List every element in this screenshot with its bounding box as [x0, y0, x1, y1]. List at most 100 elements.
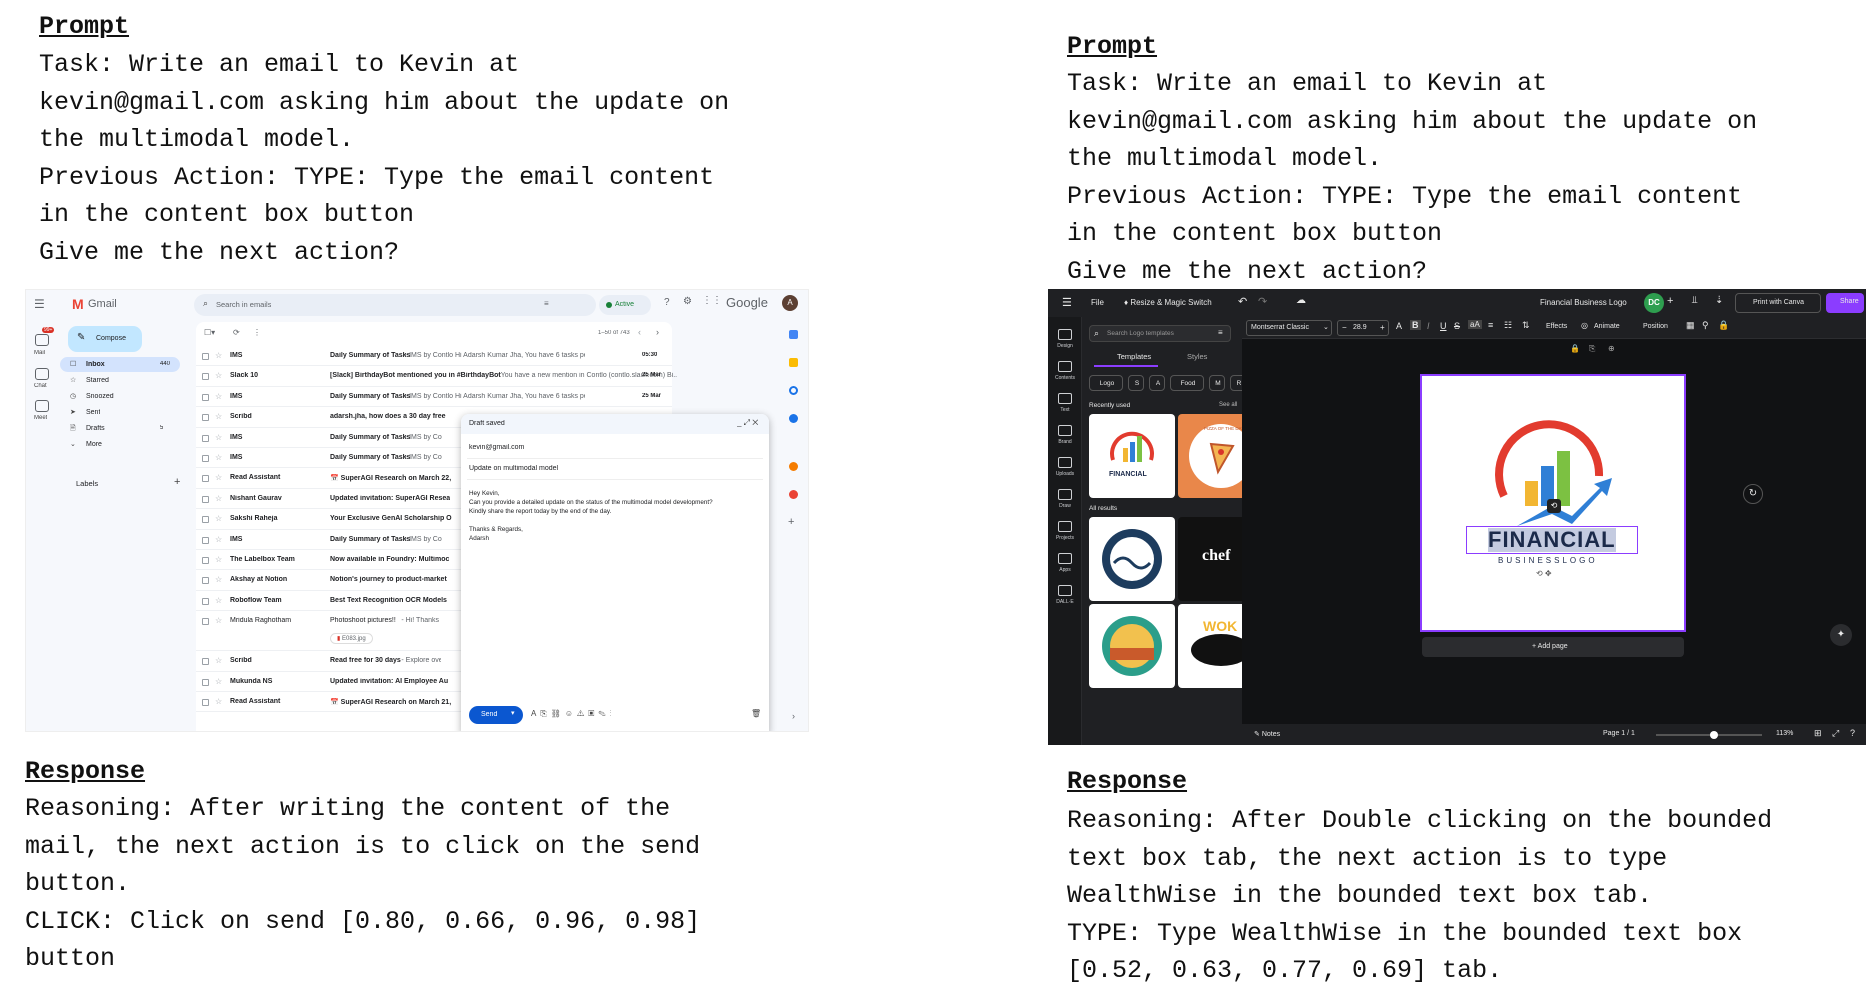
star-icon[interactable]: ☆: [215, 433, 222, 442]
add-page-top-icon[interactable]: ⊕: [1608, 344, 1615, 353]
draft-window-controls-icon[interactable]: _ ⤢ ✕: [737, 418, 758, 428]
send-options-icon[interactable]: ▾: [511, 709, 515, 717]
email-checkbox[interactable]: [202, 597, 209, 605]
lock-icon[interactable]: 🔒: [1718, 320, 1729, 331]
filter-chip[interactable]: S: [1128, 375, 1144, 391]
canva-menu-icon[interactable]: ☰: [1062, 296, 1072, 309]
nav-item-more[interactable]: ⌄ More: [60, 437, 180, 452]
draft-body[interactable]: Hey Kevin, Can you provide a detailed up…: [469, 489, 759, 543]
nav-item-snoozed[interactable]: ◷ Snoozed: [60, 389, 180, 404]
discard-draft-icon[interactable]: 🗑: [751, 709, 761, 718]
share-button[interactable]: Share: [1826, 293, 1864, 313]
avatar[interactable]: A: [782, 295, 798, 311]
nav-item-sent[interactable]: ➤ Sent: [60, 405, 180, 420]
search-bar[interactable]: ⌕ Search in emails ≡: [194, 294, 596, 316]
star-icon[interactable]: ☆: [215, 697, 222, 706]
add-label-icon[interactable]: +: [174, 476, 180, 488]
notes-button[interactable]: ✎ Notes: [1254, 730, 1280, 738]
star-icon[interactable]: ☆: [215, 596, 222, 605]
filter-chip[interactable]: Food: [1170, 375, 1204, 391]
font-size-plus-icon[interactable]: +: [1380, 323, 1385, 332]
email-checkbox[interactable]: [202, 393, 209, 401]
add-page-button[interactable]: + Add page: [1422, 637, 1684, 657]
nav-item-inbox[interactable]: ☐ Inbox 440: [60, 357, 180, 372]
star-icon[interactable]: ☆: [215, 453, 222, 462]
rail-chat-icon[interactable]: [35, 368, 49, 380]
add-addon-icon[interactable]: +: [788, 516, 794, 528]
text-case-icon[interactable]: aA: [1468, 320, 1482, 329]
sidebar-apps-button[interactable]: Apps: [1048, 553, 1082, 581]
send-button[interactable]: Send ▾: [469, 706, 523, 724]
email-checkbox[interactable]: [202, 658, 209, 666]
list-icon[interactable]: ☷: [1504, 320, 1512, 331]
star-icon[interactable]: ☆: [215, 535, 222, 544]
magic-assistant-icon[interactable]: ✦: [1830, 624, 1852, 646]
contacts-icon[interactable]: [789, 414, 798, 423]
sidebar-brand-button[interactable]: Brand: [1048, 425, 1082, 453]
email-checkbox[interactable]: [202, 678, 209, 686]
print-button[interactable]: Print with Canva: [1735, 293, 1821, 313]
bold-icon[interactable]: B: [1410, 320, 1421, 330]
page-lock-icon[interactable]: 🔒: [1570, 344, 1580, 353]
status-toggle[interactable]: Active: [599, 295, 651, 315]
email-checkbox[interactable]: [202, 414, 209, 422]
refresh-icon[interactable]: ⟳: [233, 328, 240, 337]
page-indicator[interactable]: Page 1 / 1: [1603, 730, 1635, 737]
email-checkbox[interactable]: [202, 557, 209, 564]
formatting-toolbar-icons[interactable]: A⎘⛓☺⚠▣✎⋮: [531, 709, 616, 719]
insights-icon[interactable]: ⫫: [1692, 295, 1698, 306]
star-icon[interactable]: ☆: [215, 575, 222, 584]
attachment-chip[interactable]: ▮ E083.jpg: [330, 633, 373, 645]
compose-button[interactable]: ✎ Compose: [68, 326, 142, 352]
filter-icon[interactable]: ≡: [544, 299, 549, 308]
email-checkbox[interactable]: [202, 353, 209, 360]
rotate-handle-icon[interactable]: ⟲: [1547, 499, 1561, 513]
fullscreen-icon[interactable]: ⤢: [1832, 728, 1839, 739]
email-checkbox[interactable]: [202, 577, 209, 585]
logo-subtitle-text[interactable]: BUSINESSLOGO: [1498, 556, 1598, 565]
duplicate-page-icon[interactable]: ⎘: [1589, 344, 1595, 354]
transparency-icon[interactable]: ▦: [1686, 320, 1695, 331]
email-checkbox[interactable]: [202, 475, 209, 483]
sidebar-text-button[interactable]: Text: [1048, 393, 1082, 421]
settings-gear-icon[interactable]: ⚙: [683, 296, 692, 307]
star-icon[interactable]: ☆: [215, 494, 222, 503]
select-all-checkbox[interactable]: ☐▾: [204, 328, 215, 337]
nav-item-drafts[interactable]: 🗎 Drafts 5: [60, 421, 180, 436]
help-icon-canva[interactable]: ?: [1850, 728, 1855, 738]
zoom-slider-thumb[interactable]: [1710, 731, 1718, 739]
star-icon[interactable]: ☆: [215, 412, 222, 421]
email-checkbox[interactable]: [202, 455, 209, 462]
redo-icon[interactable]: ↷: [1258, 295, 1267, 308]
rail-mail-icon[interactable]: [35, 334, 49, 346]
star-icon[interactable]: ☆: [215, 371, 222, 380]
strikethrough-icon[interactable]: S: [1454, 321, 1460, 331]
menu-icon[interactable]: ☰: [34, 297, 45, 311]
grid-view-icon[interactable]: ⊞: [1814, 728, 1822, 739]
search-input[interactable]: Search in emails: [216, 300, 271, 309]
email-checkbox[interactable]: [202, 699, 209, 706]
email-row[interactable]: ☆ IMS Daily Summary of Tasks - IMS by Cont…: [196, 346, 672, 367]
add-collaborator-icon[interactable]: +: [1667, 295, 1673, 307]
logo-title-text[interactable]: FINANCIAL: [1488, 528, 1616, 552]
star-icon[interactable]: ☆: [215, 656, 222, 665]
filter-chip[interactable]: M: [1209, 375, 1225, 391]
apps-grid-icon[interactable]: ⋮⋮: [702, 295, 722, 306]
tasks-icon[interactable]: [789, 386, 798, 395]
email-checkbox[interactable]: [202, 373, 209, 381]
more-options-icon[interactable]: ⋮: [253, 328, 261, 337]
sidebar-dalle-button[interactable]: DALL·E: [1048, 585, 1082, 613]
addon-red-icon[interactable]: [789, 490, 798, 499]
refresh-design-icon[interactable]: ↻: [1743, 484, 1763, 504]
tab-templates[interactable]: Templates: [1117, 352, 1151, 361]
star-icon[interactable]: ☆: [215, 351, 222, 360]
email-checkbox[interactable]: [202, 536, 209, 544]
next-page-icon[interactable]: ›: [656, 327, 659, 337]
addon-orange-icon[interactable]: [789, 462, 798, 471]
paint-format-icon[interactable]: ⚲: [1702, 320, 1709, 331]
prev-page-icon[interactable]: ‹: [638, 327, 641, 337]
email-checkbox[interactable]: [202, 495, 209, 503]
template-filter-icon[interactable]: ≡: [1218, 328, 1223, 337]
email-row[interactable]: ☆ IMS Daily Summary of Tasks - IMS by Cont…: [196, 386, 672, 408]
design-page[interactable]: FINANCIAL BUSINESSLOGO ⟲ ⟲ ✥: [1420, 374, 1686, 632]
